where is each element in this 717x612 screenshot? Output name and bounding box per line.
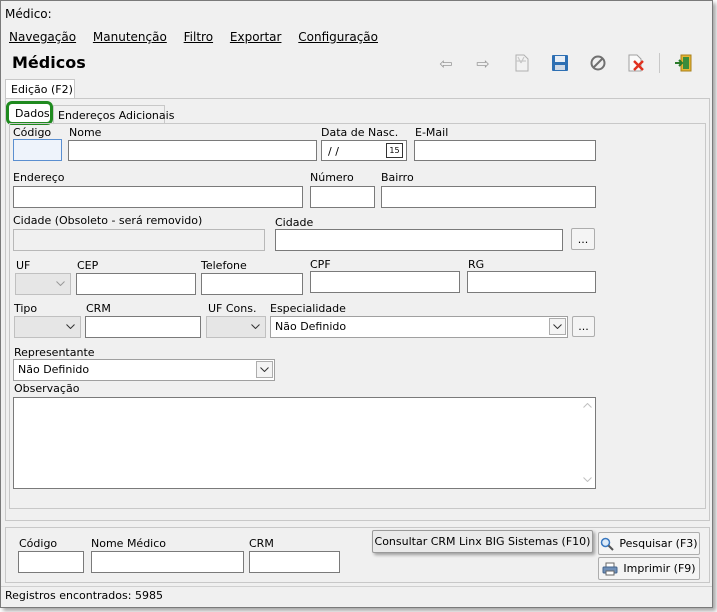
data-nasc-label: Data de Nasc. — [321, 126, 399, 139]
tipo-label: Tipo — [14, 302, 38, 315]
nome-field[interactable] — [68, 140, 317, 161]
printer-icon — [602, 562, 618, 576]
especialidade-search-button[interactable]: ... — [572, 316, 595, 337]
observacao-textarea[interactable] — [13, 397, 596, 489]
chevron-down-icon — [256, 361, 273, 378]
filtro-codigo-label: Código — [19, 537, 58, 550]
crm-label: CRM — [86, 302, 111, 315]
delete-icon[interactable] — [626, 53, 646, 73]
chevron-down-icon — [62, 318, 79, 335]
telefone-label: Telefone — [201, 259, 247, 272]
uf-cons-select[interactable] — [206, 316, 266, 338]
cep-label: CEP — [77, 259, 99, 272]
menu-exportar[interactable]: Exportar — [230, 30, 282, 44]
email-field[interactable] — [414, 140, 596, 161]
toolbar-divider — [659, 53, 660, 73]
cidade-obsoleto-label: Cidade (Obsoleto - será removido) — [13, 214, 203, 227]
chevron-down-icon — [52, 275, 69, 292]
codigo-field[interactable] — [13, 139, 62, 161]
window-title: Médico: — [5, 7, 52, 21]
rg-label: RG — [468, 258, 485, 271]
observacao-scrollbar[interactable] — [579, 398, 595, 488]
endereco-field[interactable] — [13, 186, 303, 208]
chevron-down-icon — [247, 318, 264, 335]
bairro-label: Bairro — [381, 171, 414, 184]
especialidade-label: Especialidade — [270, 302, 346, 315]
new-record-icon[interactable] — [512, 53, 532, 73]
menu-manutencao[interactable]: Manutenção — [93, 30, 167, 44]
main-window: Médico: Navegação Manutenção Filtro Expo… — [0, 0, 713, 608]
cidade-obsoleto-field — [13, 229, 265, 251]
nome-label: Nome — [69, 126, 102, 139]
filtro-nome-field[interactable] — [91, 551, 244, 573]
numero-label: Número — [310, 171, 354, 184]
cancel-icon[interactable] — [588, 53, 608, 73]
tab-edicao[interactable]: Edição (F2) — [5, 79, 75, 99]
filtro-crm-label: CRM — [249, 537, 274, 550]
email-label: E-Mail — [415, 126, 449, 139]
menu-bar: Navegação Manutenção Filtro Exportar Con… — [9, 30, 391, 44]
codigo-label: Código — [13, 126, 52, 139]
telefone-field[interactable] — [201, 273, 303, 295]
numero-field[interactable] — [310, 186, 375, 208]
crm-field[interactable] — [85, 316, 201, 338]
tab-dados[interactable]: Dados — [6, 101, 53, 125]
chevron-down-icon — [549, 318, 566, 335]
pesquisar-button[interactable]: Pesquisar (F3) — [598, 532, 700, 555]
uf-select[interactable] — [15, 273, 71, 295]
tab-enderecos-adicionais[interactable]: Endereços Adicionais — [53, 105, 174, 123]
rg-field[interactable] — [467, 271, 596, 293]
status-divider — [1, 586, 712, 587]
cidade-field[interactable] — [275, 229, 563, 251]
especialidade-select[interactable]: Não Definido — [270, 316, 568, 338]
cep-field[interactable] — [76, 273, 196, 295]
forward-arrow-icon[interactable]: ⇨ — [473, 53, 493, 73]
observacao-label: Observação — [14, 382, 80, 395]
filtro-codigo-field[interactable] — [18, 551, 84, 573]
menu-filtro[interactable]: Filtro — [184, 30, 213, 44]
filtro-nome-label: Nome Médico — [91, 537, 167, 550]
page-title: Médicos — [12, 53, 86, 72]
status-text: Registros encontrados: 5985 — [5, 589, 163, 602]
calendar-icon[interactable]: 15 — [386, 143, 403, 158]
cidade-search-button[interactable]: ... — [571, 228, 595, 250]
cpf-field[interactable] — [310, 271, 460, 293]
save-icon[interactable] — [550, 53, 570, 73]
representante-label: Representante — [14, 346, 95, 359]
exit-icon[interactable] — [673, 53, 693, 73]
bairro-field[interactable] — [381, 186, 596, 208]
imprimir-button[interactable]: Imprimir (F9) — [598, 557, 700, 580]
menu-navegacao[interactable]: Navegação — [9, 30, 76, 44]
menu-configuracao[interactable]: Configuração — [298, 30, 378, 44]
back-arrow-icon[interactable]: ⇦ — [436, 53, 456, 73]
data-nasc-field[interactable]: / / 15 — [321, 140, 407, 161]
uf-label: UF — [16, 259, 31, 272]
cpf-label: CPF — [310, 258, 331, 271]
cidade-label: Cidade — [275, 216, 314, 229]
magnifier-icon — [600, 537, 615, 551]
endereco-label: Endereço — [13, 171, 65, 184]
uf-cons-label: UF Cons. — [208, 302, 257, 315]
representante-select[interactable]: Não Definido — [13, 359, 275, 381]
filtro-crm-field[interactable] — [249, 551, 340, 573]
tipo-select[interactable] — [14, 316, 81, 338]
consultar-crm-button[interactable]: Consultar CRM Linx BIG Sistemas (F10) — [372, 530, 593, 553]
